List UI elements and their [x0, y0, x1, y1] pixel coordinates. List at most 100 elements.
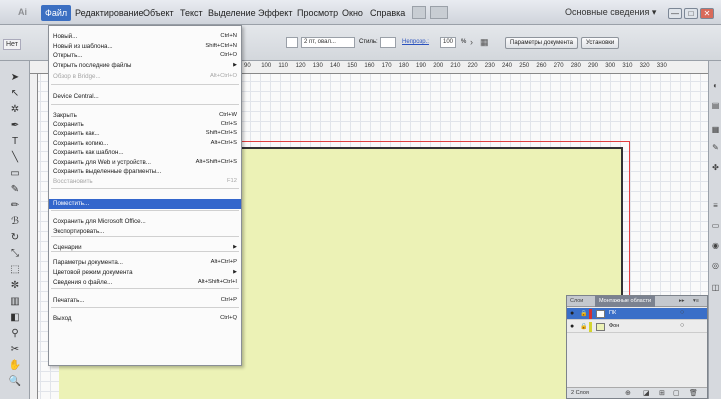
symbol-sprayer-tool-icon[interactable]: ✼ — [8, 279, 22, 293]
style-swatch[interactable] — [380, 37, 396, 48]
layer-target-icon[interactable]: ○ — [680, 322, 684, 329]
ruler-tick-label: 160 — [364, 63, 375, 69]
opacity-arrow-icon[interactable]: › — [470, 37, 473, 47]
file-menu-item[interactable]: Device Central... — [49, 92, 241, 102]
document-setup-button[interactable]: Параметры документа — [505, 37, 578, 49]
file-menu-item[interactable]: Цветовой режим документа ▶ — [49, 268, 241, 278]
new-sublayer-icon[interactable]: ⊞ — [659, 389, 665, 397]
menu-item-label: Экспортировать... — [53, 228, 105, 235]
stroke-color-swatch[interactable] — [286, 37, 298, 48]
menu-item-shortcut: Alt+Ctrl+S — [210, 140, 237, 146]
file-menu-item[interactable]: Поместить... — [49, 199, 241, 209]
bridge-icon[interactable] — [412, 6, 426, 19]
visibility-eye-icon[interactable]: ● — [570, 310, 574, 317]
gradient-tool-icon[interactable]: ◧ — [8, 311, 22, 325]
layer-row[interactable]: ● 🔒 Фон ○ — [567, 321, 707, 333]
direct-selection-tool-icon[interactable]: ↖ — [8, 87, 22, 101]
preferences-button[interactable]: Установки — [581, 37, 620, 49]
transparency-panel-icon[interactable]: ◉ — [711, 241, 720, 250]
tab-layers[interactable]: Слои — [570, 298, 583, 304]
graphic-styles-icon[interactable]: ◫ — [711, 283, 720, 292]
menu-separator — [51, 188, 239, 189]
menu-select[interactable]: Выделение — [208, 8, 256, 18]
rectangle-tool-icon[interactable]: ▭ — [8, 167, 22, 181]
file-menu-item[interactable]: Открыть последние файлы ▶ — [49, 61, 241, 71]
lock-icon[interactable]: 🔒 — [580, 310, 587, 317]
file-menu-item[interactable]: Сохранить как... Shift+Ctrl+S — [49, 129, 241, 139]
swatches-panel-icon[interactable]: ▦ — [711, 125, 720, 134]
file-menu-item[interactable]: Сохранить для Microsoft Office... — [49, 217, 241, 227]
delete-layer-icon[interactable]: 🗑 — [689, 389, 698, 397]
panel-collapse-icon[interactable]: ▸▸ — [679, 298, 685, 304]
file-menu-item[interactable]: Открыть... Ctrl+O — [49, 51, 241, 61]
free-transform-tool-icon[interactable]: ⬚ — [8, 263, 22, 277]
ruler-tick-label: 100 — [261, 63, 272, 69]
visibility-eye-icon[interactable]: ● — [570, 323, 574, 330]
close-button[interactable]: ✕ — [700, 8, 714, 19]
tab-artboards[interactable]: Монтажные области — [595, 296, 656, 307]
menu-type[interactable]: Текст — [180, 8, 203, 18]
file-menu-item[interactable]: Сценарии ▶ — [49, 243, 241, 253]
hand-tool-icon[interactable]: ✋ — [8, 359, 22, 373]
symbols-panel-icon[interactable]: ✤ — [711, 163, 720, 172]
lock-icon[interactable]: 🔒 — [580, 323, 587, 330]
layer-target-icon[interactable]: ○ — [680, 309, 684, 316]
brush-select[interactable]: 2 пт, овал... — [301, 37, 355, 48]
file-menu-item[interactable]: Сохранить как шаблон... — [49, 148, 241, 158]
menu-window[interactable]: Окно — [342, 8, 363, 18]
appearance-panel-icon[interactable]: ◎ — [711, 261, 720, 270]
clipping-mask-icon[interactable]: ◪ — [643, 389, 650, 397]
selection-tool-icon[interactable]: ➤ — [8, 71, 22, 85]
new-layer-icon[interactable]: ▢ — [673, 389, 680, 397]
layer-name[interactable]: Фон — [609, 323, 619, 329]
layers-panel-tabs: Слои Монтажные области ▸▸ ▾≡ — [567, 296, 707, 307]
opacity-input[interactable]: 100 — [440, 37, 456, 48]
stroke-panel-icon[interactable]: ≡ — [711, 201, 720, 210]
menu-object[interactable]: Объект — [143, 8, 174, 18]
layer-name[interactable]: ПК — [609, 310, 616, 316]
menu-item-shortcut: Ctrl+N — [220, 33, 237, 39]
pen-tool-icon[interactable]: ✒ — [8, 119, 22, 133]
type-tool-icon[interactable]: T — [8, 135, 22, 149]
panel-menu-icon[interactable]: ▾≡ — [693, 298, 699, 304]
file-menu-item[interactable]: Экспортировать... — [49, 227, 241, 237]
color-panel-icon[interactable]: ◐ — [711, 81, 720, 90]
arrange-documents-icon[interactable] — [430, 6, 448, 19]
paintbrush-tool-icon[interactable]: ✎ — [8, 183, 22, 197]
scissors-tool-icon[interactable]: ✂ — [8, 343, 22, 357]
scale-tool-icon[interactable]: ⤡ — [8, 247, 22, 261]
opacity-label[interactable]: Непрозр.: — [402, 39, 429, 45]
zoom-tool-icon[interactable]: 🔍 — [8, 375, 22, 389]
menu-effect[interactable]: Эффект — [258, 8, 292, 18]
file-menu-item[interactable]: Печатать... Ctrl+P — [49, 296, 241, 306]
vertical-ruler[interactable] — [30, 74, 38, 399]
workspace-switcher[interactable]: Основные сведения ▾ — [565, 7, 656, 18]
line-tool-icon[interactable]: ╲ — [8, 151, 22, 165]
file-menu-item[interactable]: Выход Ctrl+Q — [49, 314, 241, 324]
menu-item-label: Сохранить для Web и устройств... — [53, 159, 151, 166]
minimize-button[interactable]: — — [668, 8, 682, 19]
layer-row[interactable]: ● 🔒 ПК ○ — [567, 308, 707, 320]
menu-view[interactable]: Просмотр — [297, 8, 338, 18]
brushes-panel-icon[interactable]: ✎ — [711, 143, 720, 152]
menu-item-label: Сохранить выделенные фрагменты... — [53, 168, 162, 175]
menu-file[interactable]: Файл — [41, 5, 72, 21]
pencil-tool-icon[interactable]: ✏ — [8, 199, 22, 213]
locate-object-icon[interactable]: ⊕ — [625, 389, 631, 397]
blob-brush-tool-icon[interactable]: ℬ — [8, 215, 22, 229]
menu-edit[interactable]: Редактирование — [75, 8, 144, 18]
eyedropper-tool-icon[interactable]: ⚲ — [8, 327, 22, 341]
rotate-tool-icon[interactable]: ↻ — [8, 231, 22, 245]
recolor-artwork-icon[interactable]: ▦ — [480, 37, 489, 48]
file-menu-item[interactable]: Новый... Ctrl+N — [49, 32, 241, 42]
menu-item-shortcut: Ctrl+S — [220, 121, 237, 127]
color-guide-icon[interactable]: ▤ — [711, 101, 720, 110]
menu-help[interactable]: Справка — [370, 8, 405, 18]
file-menu-item[interactable]: Сведения о файле... Alt+Shift+Ctrl+I — [49, 278, 241, 288]
maximize-button[interactable]: □ — [684, 8, 698, 19]
magic-wand-tool-icon[interactable]: ✲ — [8, 103, 22, 117]
file-menu-item[interactable]: Параметры документа... Alt+Ctrl+P — [49, 258, 241, 268]
graph-tool-icon[interactable]: ▥ — [8, 295, 22, 309]
file-menu-item[interactable]: Сохранить выделенные фрагменты... — [49, 167, 241, 177]
gradient-panel-icon[interactable]: ▭ — [711, 221, 720, 230]
